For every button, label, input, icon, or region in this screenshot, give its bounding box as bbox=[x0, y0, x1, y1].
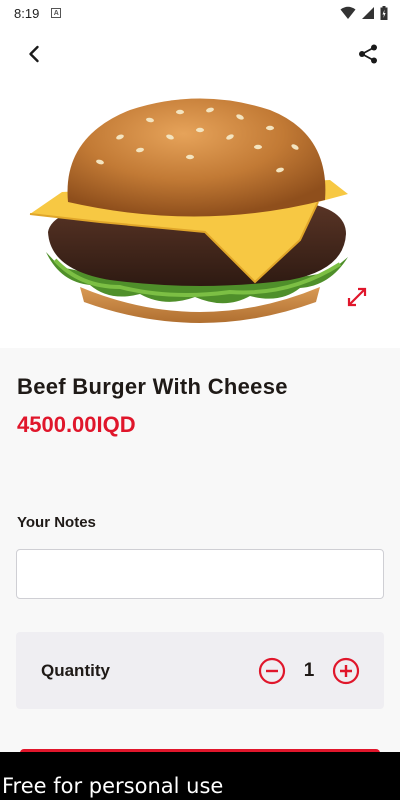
battery-icon bbox=[380, 6, 388, 20]
app-bar bbox=[0, 26, 400, 82]
back-arrow-icon bbox=[29, 45, 39, 63]
notes-input[interactable] bbox=[16, 549, 384, 599]
quantity-card: Quantity 1 bbox=[16, 632, 384, 709]
product-image bbox=[0, 82, 400, 348]
status-icons bbox=[340, 6, 388, 20]
back-button[interactable] bbox=[22, 42, 46, 66]
quantity-stepper: 1 bbox=[258, 657, 360, 685]
share-button[interactable] bbox=[356, 42, 380, 66]
notes-label: Your Notes bbox=[17, 514, 96, 531]
watermark-text: Free for personal use bbox=[2, 774, 224, 798]
status-left: 8:19 A bbox=[14, 5, 62, 21]
quantity-label: Quantity bbox=[41, 660, 110, 680]
watermark-bar: Free for personal use bbox=[0, 752, 400, 800]
plus-circle-icon bbox=[332, 657, 360, 684]
product-price: 4500.00IQD bbox=[17, 412, 136, 437]
burger-image bbox=[29, 98, 348, 323]
decrease-quantity-button[interactable] bbox=[258, 657, 286, 685]
increase-quantity-button[interactable] bbox=[332, 657, 360, 685]
minus-circle-icon bbox=[258, 657, 286, 684]
status-bar: 8:19 A bbox=[0, 0, 400, 26]
expand-icon bbox=[347, 287, 367, 307]
share-icon bbox=[359, 44, 377, 64]
product-name: Beef Burger With Cheese bbox=[17, 374, 288, 399]
a-badge-icon: A bbox=[51, 8, 62, 18]
expand-image-button[interactable] bbox=[344, 284, 370, 310]
status-time: 8:19 bbox=[14, 5, 40, 21]
quantity-value: 1 bbox=[303, 659, 315, 681]
signal-icon bbox=[362, 7, 374, 19]
wifi-icon bbox=[340, 6, 356, 19]
